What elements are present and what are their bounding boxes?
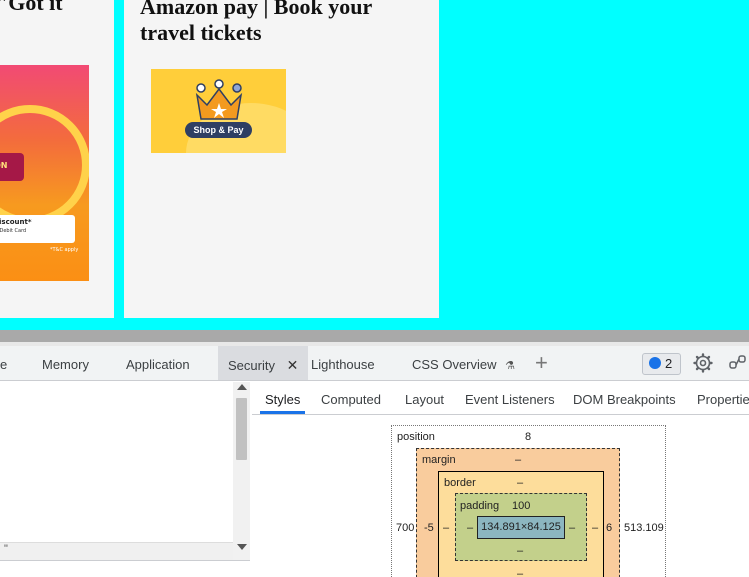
node-tree-icon[interactable] — [728, 354, 748, 374]
tab-memory-label: Memory — [42, 357, 89, 372]
subtab-layout[interactable]: Layout — [400, 382, 449, 414]
tab-lighthouse-label: Lighthouse — [311, 357, 375, 372]
gear-icon[interactable] — [693, 353, 713, 373]
position-left-value[interactable]: 700 — [396, 522, 414, 534]
message-bubble-icon — [649, 357, 661, 369]
devtools-resize-handle[interactable] — [0, 330, 749, 346]
subtab-layout-label: Layout — [405, 392, 445, 407]
border-top-value[interactable]: – — [517, 477, 523, 489]
padding-bottom-value[interactable]: – — [517, 545, 523, 557]
subtab-properties[interactable]: Properties — [692, 382, 749, 414]
tab-css-overview-label: CSS Overview — [412, 357, 497, 372]
tab-css-overview[interactable]: CSS Overview ⚗ — [402, 346, 525, 380]
scroll-up-arrow-icon[interactable] — [237, 384, 247, 390]
tab-memory[interactable]: Memory — [32, 346, 99, 380]
offer-card-right[interactable]: Amazon pay | Book your travel tickets Sh… — [124, 0, 439, 318]
add-tab-plus-icon[interactable]: + — [535, 351, 548, 375]
issues-count: 2 — [665, 356, 673, 371]
border-bottom-value[interactable]: – — [517, 568, 523, 577]
promo-card-text: & Debit Card — [0, 228, 27, 234]
tab-application-label: Application — [126, 357, 190, 372]
subtab-computed-label: Computed — [321, 392, 381, 407]
border-label: border — [444, 477, 476, 489]
issues-counter-button[interactable]: 2 — [642, 353, 681, 375]
promo-tc-note: *T&C apply — [50, 247, 79, 253]
dom-tree-pane: " — [0, 382, 250, 577]
breadcrumb-bar — [0, 560, 250, 577]
border-right-value[interactable]: – — [592, 522, 598, 534]
tab-application[interactable]: Application — [116, 346, 200, 380]
flask-icon: ⚗ — [505, 360, 516, 372]
padding-left-value[interactable]: – — [467, 522, 473, 534]
subtab-event-listeners-label: Event Listeners — [465, 392, 555, 407]
tab-lighthouse[interactable]: Lighthouse — [301, 346, 385, 380]
tab-security-label: Security — [228, 358, 275, 373]
offer-card-right-title: Amazon pay | Book your travel tickets — [140, 0, 372, 45]
margin-right-value[interactable]: 6 — [606, 522, 612, 534]
position-right-value[interactable]: 513.109 — [624, 522, 664, 534]
shop-and-pay-label: Shop & Pay — [185, 122, 252, 138]
tab-console-label: e — [0, 357, 8, 372]
padding-label: padding — [460, 500, 500, 512]
margin-label: margin — [422, 454, 456, 466]
position-label: position — [397, 431, 435, 443]
tab-console[interactable]: e — [0, 346, 17, 380]
offer-card-left-title: "Got it — [0, 0, 63, 15]
box-model-content[interactable]: 134.891×84.125 — [477, 516, 565, 539]
subtab-styles[interactable]: Styles — [260, 382, 306, 414]
elements-sidebar-tabs: Styles Computed Layout Event Listeners D… — [252, 382, 749, 415]
subtab-properties-label: Properties — [697, 392, 749, 407]
subtab-dom-breakpoints[interactable]: DOM Breakpoints — [568, 382, 681, 414]
subtab-styles-label: Styles — [265, 392, 301, 407]
scroll-down-arrow-icon[interactable] — [237, 544, 247, 550]
subtab-dom-breakpoints-label: DOM Breakpoints — [573, 392, 676, 407]
tab-security[interactable]: Security ✕ — [218, 346, 309, 380]
dom-tree-row[interactable]: " — [0, 542, 233, 560]
subtab-event-listeners[interactable]: Event Listeners — [460, 382, 560, 414]
devtools-tab-bar: e Memory Application Security ✕ Lighthou… — [0, 346, 749, 381]
amazon-pay-logo[interactable]: Shop & Pay — [151, 69, 286, 153]
scroll-thumb[interactable] — [236, 398, 247, 460]
festive-promo-banner[interactable]: ON discount* & Debit Card *T&C apply — [0, 65, 89, 281]
close-icon[interactable]: ✕ — [287, 357, 299, 373]
page-viewport: "Got it ON discount* & Debit Card *T&C a… — [0, 0, 749, 330]
padding-top-value[interactable]: 100 — [512, 500, 530, 512]
margin-top-value[interactable]: – — [515, 454, 521, 466]
padding-right-value[interactable]: – — [569, 522, 575, 534]
promo-badge-text: ON — [0, 161, 8, 170]
promo-discount-text: discount* — [0, 218, 32, 226]
border-left-value[interactable]: – — [443, 522, 449, 534]
promo-discount-box: discount* & Debit Card — [0, 215, 75, 243]
crown-icon — [195, 79, 243, 120]
position-top-value[interactable]: 8 — [525, 431, 531, 443]
offer-card-left[interactable]: "Got it ON discount* & Debit Card *T&C a… — [0, 0, 114, 318]
margin-left-value[interactable]: -5 — [424, 522, 434, 534]
dom-tree-scrollbar[interactable] — [233, 382, 250, 560]
subtab-computed[interactable]: Computed — [316, 382, 386, 414]
devtools-panel: e Memory Application Security ✕ Lighthou… — [0, 346, 749, 577]
